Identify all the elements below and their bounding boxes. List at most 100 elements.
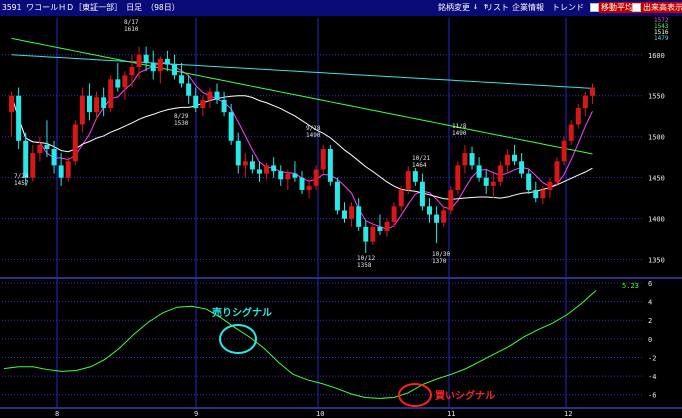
x-tick-label: 11: [447, 410, 455, 418]
candle-body: [469, 153, 475, 166]
oscillator-current-value: 5.23: [622, 282, 639, 290]
candle-body: [320, 149, 326, 170]
osc-tick-label: -4: [648, 373, 656, 381]
candle-body: [143, 54, 149, 63]
candle-body: [214, 91, 220, 100]
candle-body: [285, 173, 291, 180]
candle-body: [30, 153, 36, 178]
candle-body: [136, 54, 142, 68]
candle-body: [171, 64, 177, 76]
candle-body: [306, 185, 312, 190]
candle-body: [342, 210, 348, 219]
candle-body: [377, 226, 383, 231]
candle-body: [72, 124, 78, 162]
candle-body: [412, 171, 418, 182]
candle-body: [462, 153, 468, 166]
candle-body: [129, 67, 135, 76]
annotation-price: 1370: [432, 258, 447, 265]
candle-body: [349, 206, 355, 219]
legend-value: 1479: [654, 35, 669, 42]
candle-body: [37, 144, 43, 154]
candle-body: [271, 165, 277, 172]
candle-body: [299, 177, 305, 190]
osc-tick-label: 0: [648, 336, 652, 344]
candle-body: [575, 108, 581, 125]
candle-body: [512, 154, 518, 162]
osc-tick-label: 4: [648, 299, 652, 307]
candle-body: [504, 154, 510, 166]
buy-signal-circle: [398, 383, 432, 407]
price-tick-label: 1350: [648, 257, 665, 265]
price-tick-label: 1400: [648, 216, 665, 224]
price-tick-label: 1500: [648, 134, 665, 142]
candle-body: [483, 177, 489, 186]
candle-body: [94, 97, 100, 113]
price-tick-label: 1550: [648, 93, 665, 101]
oscillator-panel: 5.23: [3, 282, 639, 399]
signal-markers: 売りシグナル買いシグナル: [212, 306, 495, 407]
ma-legend: 1572154315161479: [654, 17, 669, 42]
annotation-date: 8/29: [174, 113, 189, 120]
candle-body: [391, 206, 397, 222]
axis-labels: 1600 1550 1500 1450 1400 1350 6 4 2 0 -2 -4 -6 8 9 10 11…: [55, 52, 665, 418]
annotation-date: 11/8: [452, 123, 467, 130]
candle-body: [122, 75, 128, 88]
annotation-price: 1464: [412, 162, 427, 169]
candle-body: [405, 171, 411, 190]
candle-body: [490, 181, 496, 186]
annotation-date: 8/17: [124, 19, 139, 26]
oscillator-line: [3, 290, 597, 399]
moving-averages: [11, 37, 593, 231]
candle-body: [427, 206, 433, 215]
candle-body: [519, 161, 525, 174]
candle-body: [476, 165, 482, 178]
candle-body: [448, 189, 454, 211]
osc-tick-label: 6: [648, 280, 652, 288]
annotation-date: 9/18: [306, 125, 321, 132]
annotation-price: 1610: [124, 26, 139, 33]
candle-body: [164, 58, 170, 65]
candle-body: [51, 149, 57, 166]
annotation-date: 10/12: [357, 255, 375, 262]
price-tick-label: 1600: [648, 52, 665, 60]
osc-tick-label: -2: [648, 354, 656, 362]
candle-body: [235, 140, 241, 166]
candle-body: [568, 124, 574, 141]
candle-body: [554, 161, 560, 182]
osc-tick-label: -6: [648, 392, 656, 400]
candle-body: [497, 165, 503, 182]
candle-body: [65, 161, 71, 178]
annotation-date: 10/30: [432, 251, 450, 258]
ma-longest-line: [11, 54, 593, 89]
price-tick-label: 1450: [648, 175, 665, 183]
candle-body: [115, 79, 121, 88]
candle-body: [278, 171, 284, 180]
chart-canvas: 7/2414578/1716108/2915309/18149010/12135…: [0, 17, 682, 418]
candle-body: [79, 95, 85, 125]
candle-body: [356, 206, 362, 227]
candle-body: [228, 112, 234, 141]
candle-body: [200, 99, 206, 109]
candle-body: [455, 165, 461, 190]
x-tick-label: 12: [564, 410, 572, 418]
candle-body: [9, 95, 15, 113]
osc-tick-label: 2: [648, 317, 652, 325]
candle-body: [249, 161, 255, 170]
candle-body: [434, 214, 440, 223]
candle-body: [292, 173, 298, 178]
candle-body: [108, 79, 114, 109]
candle-body: [16, 95, 22, 141]
annotation-price: 1530: [174, 120, 189, 127]
candle-body: [441, 210, 447, 223]
candle-body: [264, 165, 270, 174]
grid: [0, 18, 682, 409]
candle-body: [540, 189, 546, 199]
candle-body: [533, 189, 539, 199]
buy-signal-label: 買いシグナル: [435, 389, 495, 402]
candle-body: [526, 173, 532, 190]
candle-body: [582, 95, 588, 109]
candle-body: [384, 221, 390, 231]
candle-body: [398, 189, 404, 207]
candle-body: [221, 99, 227, 113]
candle-body: [334, 181, 340, 211]
